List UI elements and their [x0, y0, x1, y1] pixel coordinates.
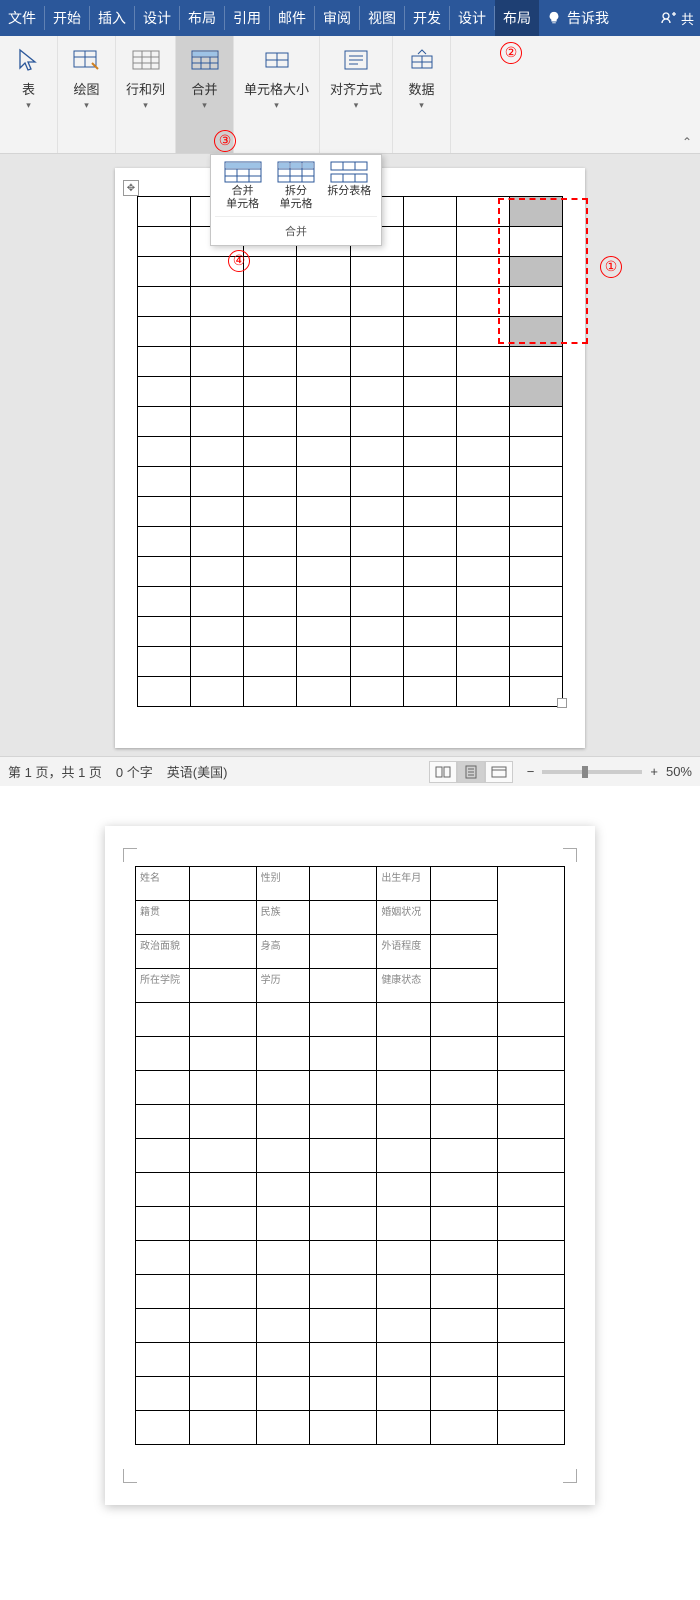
share-icon[interactable]	[661, 10, 677, 26]
menubar-right: 共	[655, 0, 700, 36]
table-resize-handle[interactable]	[557, 698, 567, 708]
view-print-layout[interactable]	[457, 761, 485, 783]
view-buttons	[429, 761, 513, 783]
ribbon-group-align[interactable]: 对齐方式 ▾	[320, 36, 393, 153]
chevron-down-icon: ▾	[84, 100, 89, 111]
menu-mailings[interactable]: 邮件	[270, 0, 314, 36]
ribbon-label-align: 对齐方式	[330, 82, 382, 98]
tell-me[interactable]: 告诉我	[539, 0, 617, 36]
zoom-slider[interactable]	[542, 770, 642, 774]
chevron-down-icon: ▾	[26, 100, 31, 111]
ribbon-label-draw: 绘图	[73, 82, 99, 98]
split-table-icon	[330, 161, 368, 183]
merge-cells-label: 合并 单元格	[226, 185, 259, 210]
lightbulb-icon	[547, 11, 561, 25]
merge-cells-button[interactable]: 合并 单元格	[219, 161, 266, 210]
cell-size-icon	[261, 44, 293, 76]
word-app: 文件 开始 插入 设计 布局 引用 邮件 审阅 视图 开发 设计 布局 告诉我 …	[0, 0, 700, 786]
field-marital: 婚姻状况	[377, 901, 431, 935]
menu-references[interactable]: 引用	[225, 0, 269, 36]
status-words[interactable]: 0 个字	[116, 762, 153, 781]
field-college: 所在学院	[136, 969, 190, 1003]
field-language: 外语程度	[377, 935, 431, 969]
chevron-down-icon: ▾	[354, 100, 359, 111]
zoom-level[interactable]: 50%	[666, 764, 692, 779]
corner-mark	[563, 848, 577, 862]
split-table-button[interactable]: 拆分表格	[326, 161, 373, 210]
field-gender: 性别	[256, 867, 310, 901]
split-cells-button[interactable]: 拆分 单元格	[272, 161, 319, 210]
ribbon: 表 ▾ 绘图 ▾ 行和列 ▾ 合并 ▾	[0, 36, 700, 154]
ribbon-label-table: 表	[22, 82, 35, 98]
field-birth: 出生年月	[377, 867, 431, 901]
tell-me-label: 告诉我	[567, 8, 609, 28]
corner-mark	[123, 848, 137, 862]
preview-area: 姓名 性别 出生年月 籍贯 民族 婚姻状况 政治面貌 身高 外语程度 所在学院 …	[0, 786, 700, 1545]
merge-dropdown: 合并 单元格 拆分 单元格 拆分表格 合并	[210, 154, 382, 246]
ribbon-group-table[interactable]: 表 ▾	[0, 36, 58, 153]
field-height: 身高	[256, 935, 310, 969]
ribbon-group-rows-cols[interactable]: 行和列 ▾	[116, 36, 176, 153]
zoom-controls: − + 50%	[527, 764, 692, 779]
merge-cells-icon	[224, 161, 262, 183]
ribbon-group-cell-size[interactable]: 单元格大小 ▾	[234, 36, 320, 153]
document-page[interactable]: ✥	[115, 168, 585, 748]
split-cells-label: 拆分 单元格	[279, 185, 312, 210]
ribbon-group-data[interactable]: 数据 ▾	[393, 36, 451, 153]
field-education: 学历	[256, 969, 310, 1003]
status-bar: 第 1 页，共 1 页 0 个字 英语(美国) − + 50%	[0, 756, 700, 786]
split-table-label: 拆分表格	[327, 185, 371, 198]
grid-icon	[130, 44, 162, 76]
ribbon-label-merge: 合并	[192, 82, 218, 98]
annotation-1: ①	[600, 254, 622, 278]
menu-layout[interactable]: 布局	[180, 0, 224, 36]
collapse-ribbon-icon[interactable]: ⌃	[682, 135, 692, 149]
status-language[interactable]: 英语(美国)	[167, 762, 228, 781]
ribbon-group-draw[interactable]: 绘图 ▾	[58, 36, 116, 153]
draw-icon	[71, 44, 103, 76]
merge-icon	[189, 44, 221, 76]
view-web-layout[interactable]	[485, 761, 513, 783]
menu-table-layout[interactable]: 布局	[495, 0, 539, 36]
ribbon-label-cell-size: 单元格大小	[244, 82, 309, 98]
menubar: 文件 开始 插入 设计 布局 引用 邮件 审阅 视图 开发 设计 布局 告诉我 …	[0, 0, 700, 36]
menu-developer[interactable]: 开发	[405, 0, 449, 36]
field-name: 姓名	[136, 867, 190, 901]
menu-design[interactable]: 设计	[135, 0, 179, 36]
preview-page: 姓名 性别 出生年月 籍贯 民族 婚姻状况 政治面貌 身高 外语程度 所在学院 …	[105, 826, 595, 1505]
cursor-icon	[13, 44, 45, 76]
field-political: 政治面貌	[136, 935, 190, 969]
table-move-handle[interactable]: ✥	[123, 180, 139, 196]
ribbon-group-merge[interactable]: 合并 ▾	[176, 36, 234, 153]
dropdown-group-title: 合并	[215, 216, 377, 241]
status-page[interactable]: 第 1 页，共 1 页	[8, 762, 102, 781]
zoom-out-button[interactable]: −	[527, 764, 535, 779]
menu-file[interactable]: 文件	[0, 0, 44, 36]
document-table[interactable]	[137, 196, 563, 707]
align-icon	[340, 44, 372, 76]
chevron-down-icon: ▾	[202, 100, 207, 111]
field-ethnicity: 民族	[256, 901, 310, 935]
chevron-down-icon: ▾	[274, 100, 279, 111]
menu-table-design[interactable]: 设计	[450, 0, 494, 36]
zoom-in-button[interactable]: +	[650, 764, 658, 779]
ribbon-label-rows-cols: 行和列	[126, 82, 165, 98]
menu-view[interactable]: 视图	[360, 0, 404, 36]
corner-mark	[123, 1469, 137, 1483]
menu-insert[interactable]: 插入	[90, 0, 134, 36]
menu-review[interactable]: 审阅	[315, 0, 359, 36]
data-icon	[406, 44, 438, 76]
chevron-down-icon: ▾	[143, 100, 148, 111]
menu-home[interactable]: 开始	[45, 0, 89, 36]
view-read-mode[interactable]	[429, 761, 457, 783]
split-cells-icon	[277, 161, 315, 183]
field-origin: 籍贯	[136, 901, 190, 935]
corner-mark	[563, 1469, 577, 1483]
chevron-down-icon: ▾	[419, 100, 424, 111]
ribbon-label-data: 数据	[409, 82, 435, 98]
field-health: 健康状态	[377, 969, 431, 1003]
preview-table: 姓名 性别 出生年月 籍贯 民族 婚姻状况 政治面貌 身高 外语程度 所在学院 …	[135, 866, 565, 1445]
share-text: 共	[681, 9, 694, 28]
